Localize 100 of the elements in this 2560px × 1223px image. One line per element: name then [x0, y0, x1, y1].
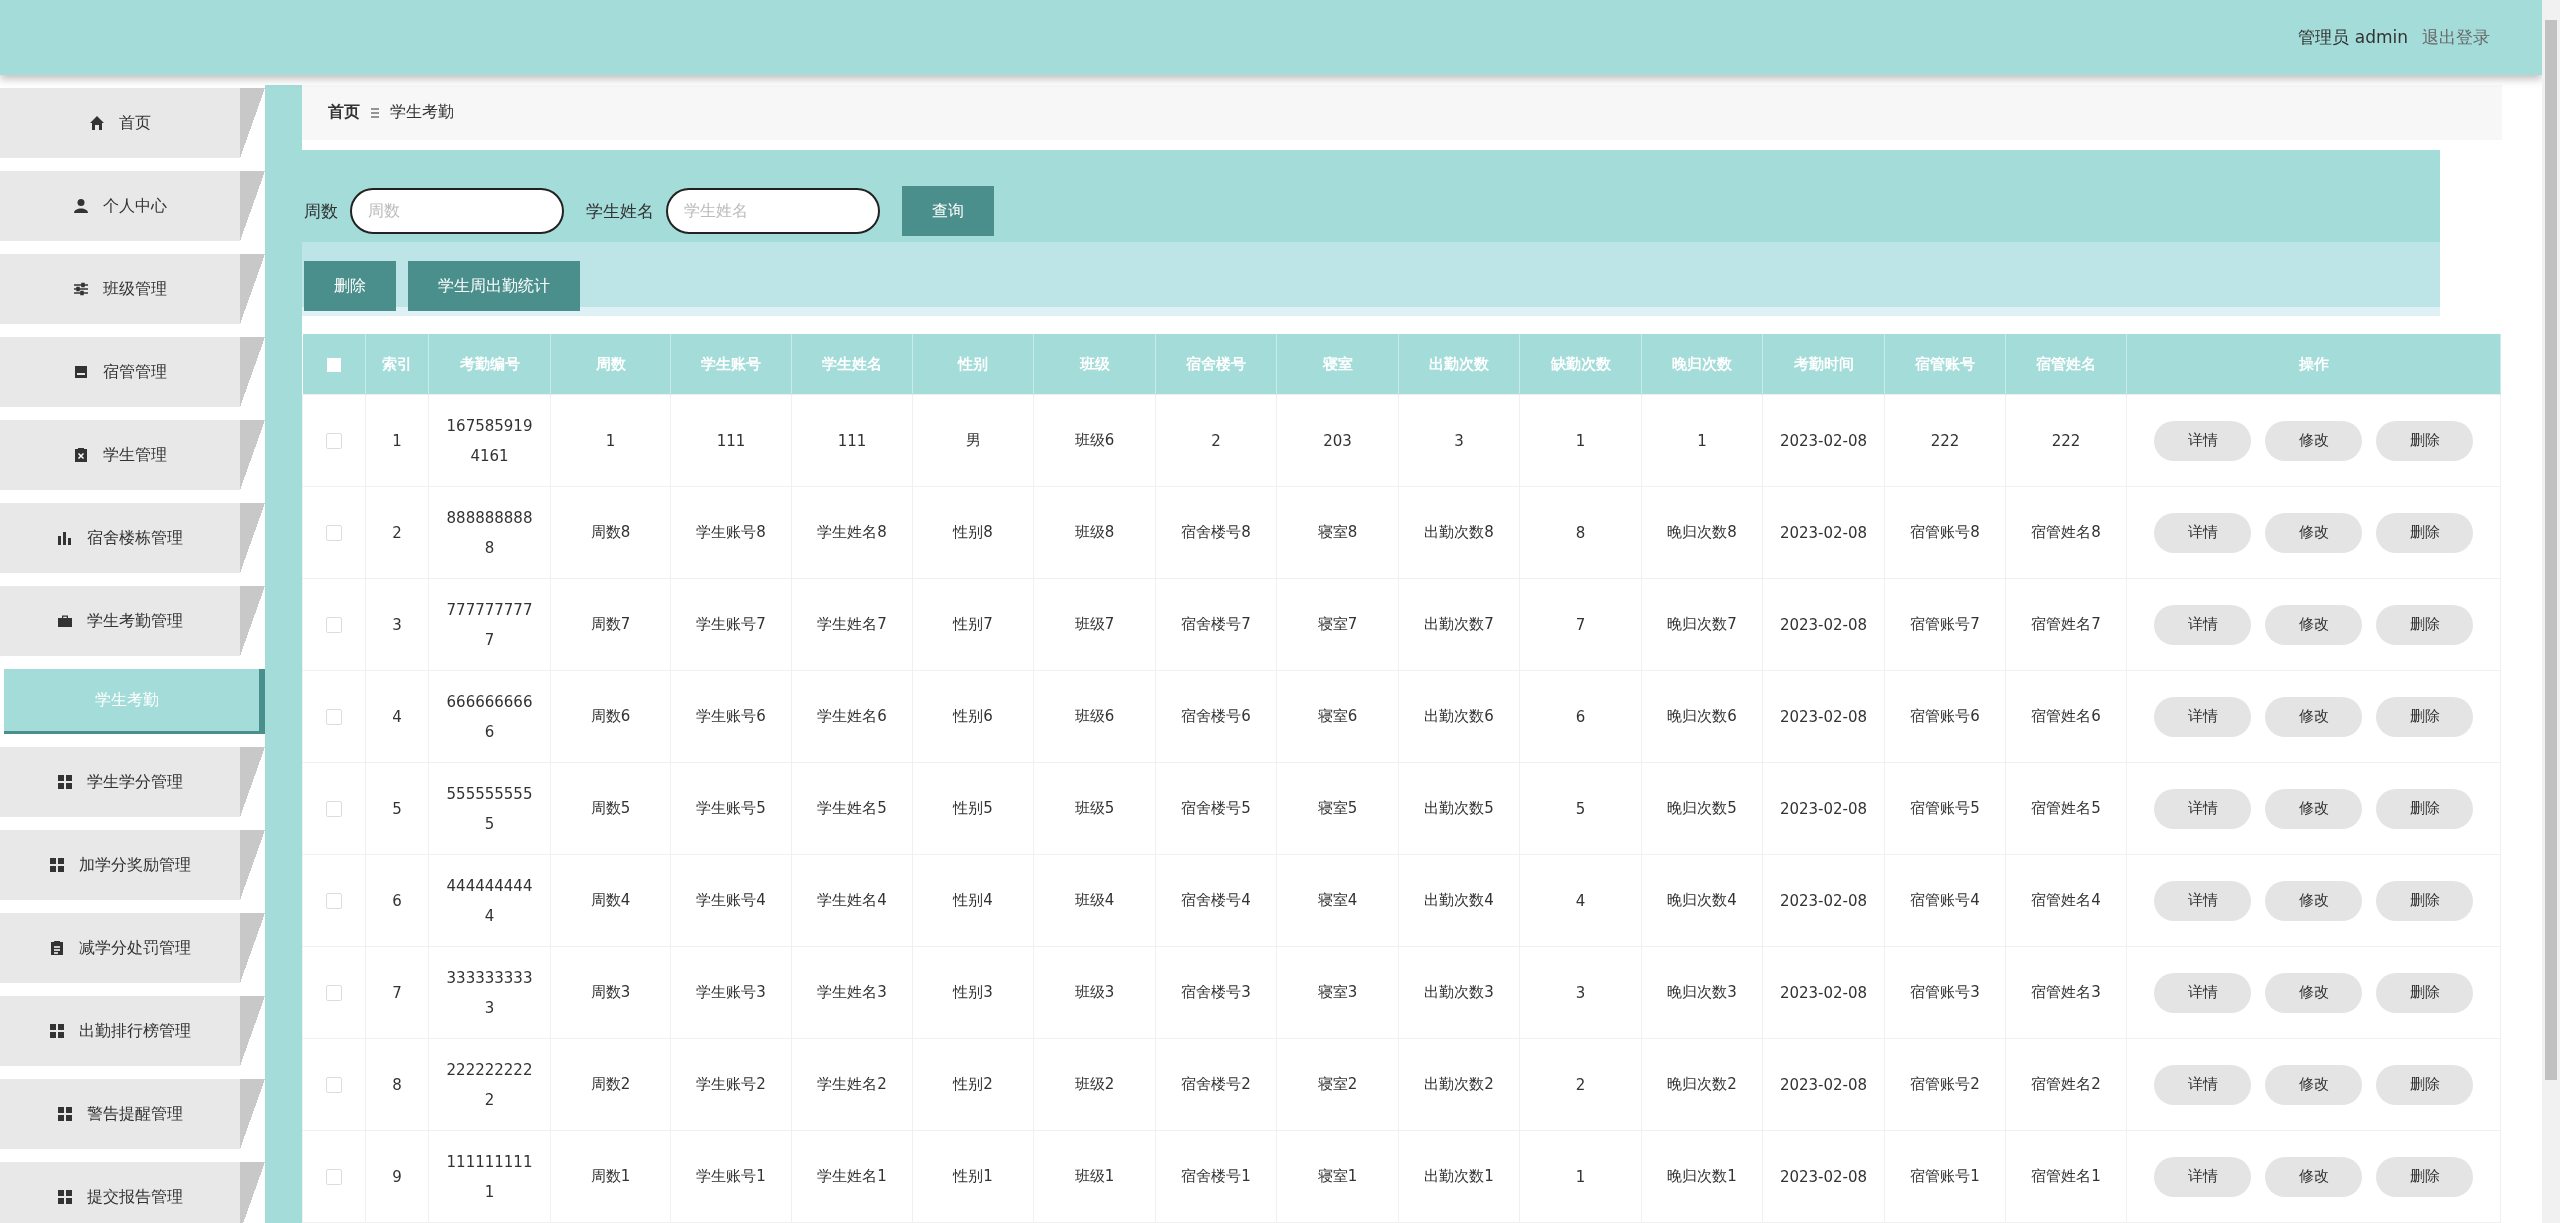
table-cell: 6666666666 — [428, 670, 551, 763]
bars-icon — [57, 530, 73, 546]
sidebar-item[interactable]: 学生学分管理 — [0, 747, 265, 817]
table-cell: 7777777777 — [428, 578, 551, 671]
table-cell: 出勤次数7 — [1398, 578, 1520, 671]
row-action-button[interactable]: 删除 — [2376, 1064, 2473, 1105]
row-action-button[interactable]: 删除 — [2376, 1156, 2473, 1197]
row-action-button[interactable]: 详情 — [2154, 788, 2251, 829]
row-checkbox[interactable] — [326, 801, 342, 817]
table-cell: 宿管姓名1 — [2005, 1130, 2127, 1223]
row-action-button[interactable]: 详情 — [2154, 512, 2251, 553]
logout-link[interactable]: 退出登录 — [2422, 26, 2490, 49]
row-action-button[interactable]: 详情 — [2154, 420, 2251, 461]
row-action-button[interactable]: 删除 — [2376, 972, 2473, 1013]
row-action-button[interactable]: 删除 — [2376, 788, 2473, 829]
table-cell: 班级4 — [1033, 854, 1156, 947]
table-cell: 学生姓名3 — [791, 946, 913, 1039]
sidebar-item[interactable]: 宿管管理 — [0, 337, 265, 407]
table-cell: 2 — [1155, 394, 1277, 487]
sidebar-item[interactable]: 学生考勤管理 — [0, 586, 265, 656]
row-action-button[interactable]: 详情 — [2154, 604, 2251, 645]
row-action-button[interactable]: 删除 — [2376, 696, 2473, 737]
column-header: 寝室 — [1276, 334, 1399, 395]
sidebar-item[interactable]: 宿舍楼栋管理 — [0, 503, 265, 573]
table-cell: 周数1 — [550, 1130, 671, 1223]
table-cell: 周数8 — [550, 486, 671, 579]
row-action-button[interactable]: 修改 — [2265, 1064, 2362, 1105]
action-button[interactable]: 学生周出勤统计 — [408, 261, 580, 312]
table-cell: 8 — [1519, 486, 1642, 579]
sidebar-item[interactable]: 减学分处罚管理 — [0, 913, 265, 983]
row-action-button[interactable]: 详情 — [2154, 880, 2251, 921]
row-action-button[interactable]: 修改 — [2265, 880, 2362, 921]
breadcrumb-link[interactable]: 首页 — [328, 102, 360, 124]
table-cell: 111 — [791, 394, 913, 487]
action-button[interactable]: 删除 — [304, 261, 396, 312]
sidebar-item[interactable]: 提交报告管理 — [0, 1162, 265, 1223]
row-action-button[interactable]: 修改 — [2265, 420, 2362, 461]
row-checkbox[interactable] — [326, 1169, 342, 1185]
table-cell: 性别3 — [912, 946, 1034, 1039]
table-cell: 5 — [1519, 762, 1642, 855]
table-cell: 学生账号6 — [670, 670, 792, 763]
search-button[interactable]: 查询 — [902, 186, 994, 237]
table-cell: 2023-02-08 — [1762, 394, 1885, 487]
table-cell: 宿舍楼号3 — [1155, 946, 1277, 1039]
table-cell: 班级7 — [1033, 578, 1156, 671]
breadcrumb-link[interactable]: 学生考勤 — [390, 102, 454, 124]
row-action-button[interactable]: 详情 — [2154, 1156, 2251, 1197]
row-checkbox[interactable] — [326, 433, 342, 449]
search-field[interactable]: 学生姓名 — [666, 188, 880, 235]
row-action-button[interactable]: 详情 — [2154, 1064, 2251, 1105]
table-cell: 男 — [912, 394, 1034, 487]
row-action-button[interactable]: 详情 — [2154, 696, 2251, 737]
sidebar-item[interactable]: 首页 — [0, 88, 265, 158]
row-action-button[interactable]: 详情 — [2154, 972, 2251, 1013]
row-action-button[interactable]: 修改 — [2265, 1156, 2362, 1197]
table-cell: 宿管账号7 — [1884, 578, 2006, 671]
sidebar-item[interactable]: 出勤排行榜管理 — [0, 996, 265, 1066]
table-cell: 8888888888 — [428, 486, 551, 579]
table-cell: 2023-02-08 — [1762, 486, 1885, 579]
row-checkbox[interactable] — [326, 893, 342, 909]
column-header: 考勤编号 — [428, 334, 551, 395]
row-checkbox[interactable] — [326, 985, 342, 1001]
table-cell: 6 — [1519, 670, 1642, 763]
row-checkbox[interactable] — [326, 709, 342, 725]
grid-icon — [57, 774, 73, 790]
column-header: 学生账号 — [670, 334, 792, 395]
row-action-button[interactable]: 删除 — [2376, 880, 2473, 921]
sidebar-item[interactable]: 学生管理 — [0, 420, 265, 490]
table-cell: 性别4 — [912, 854, 1034, 947]
sidebar-item[interactable]: 班级管理 — [0, 254, 265, 324]
column-header: 宿舍楼号 — [1155, 334, 1277, 395]
home-icon — [89, 115, 105, 131]
row-action-button[interactable]: 修改 — [2265, 512, 2362, 553]
column-header: 出勤次数 — [1398, 334, 1520, 395]
row-checkbox[interactable] — [326, 617, 342, 633]
row-checkbox[interactable] — [326, 1077, 342, 1093]
table-cell: 晚归次数2 — [1641, 1038, 1763, 1131]
sidebar-item[interactable]: 警告提醒管理 — [0, 1079, 265, 1149]
row-action-button[interactable]: 修改 — [2265, 788, 2362, 829]
table-cell: 出勤次数8 — [1398, 486, 1520, 579]
table-cell: 周数5 — [550, 762, 671, 855]
sidebar-item[interactable]: 个人中心 — [0, 171, 265, 241]
row-checkbox[interactable] — [326, 525, 342, 541]
table-cell: 班级2 — [1033, 1038, 1156, 1131]
table-cell: 班级3 — [1033, 946, 1156, 1039]
row-action-button[interactable]: 修改 — [2265, 972, 2362, 1013]
table-cell: 晚归次数8 — [1641, 486, 1763, 579]
sidebar-item[interactable]: 加学分奖励管理 — [0, 830, 265, 900]
column-header: 班级 — [1033, 334, 1156, 395]
row-action-button[interactable]: 修改 — [2265, 696, 2362, 737]
row-action-button[interactable]: 删除 — [2376, 604, 2473, 645]
scrollbar[interactable] — [2542, 0, 2560, 1223]
search-field[interactable]: 周数 — [350, 188, 564, 235]
column-header: 宿管姓名 — [2005, 334, 2127, 395]
select-all-checkbox[interactable] — [326, 357, 341, 372]
table-cell: 8 — [365, 1038, 429, 1131]
row-action-button[interactable]: 修改 — [2265, 604, 2362, 645]
row-action-button[interactable]: 删除 — [2376, 420, 2473, 461]
table-cell: 出勤次数1 — [1398, 1130, 1520, 1223]
row-action-button[interactable]: 删除 — [2376, 512, 2473, 553]
